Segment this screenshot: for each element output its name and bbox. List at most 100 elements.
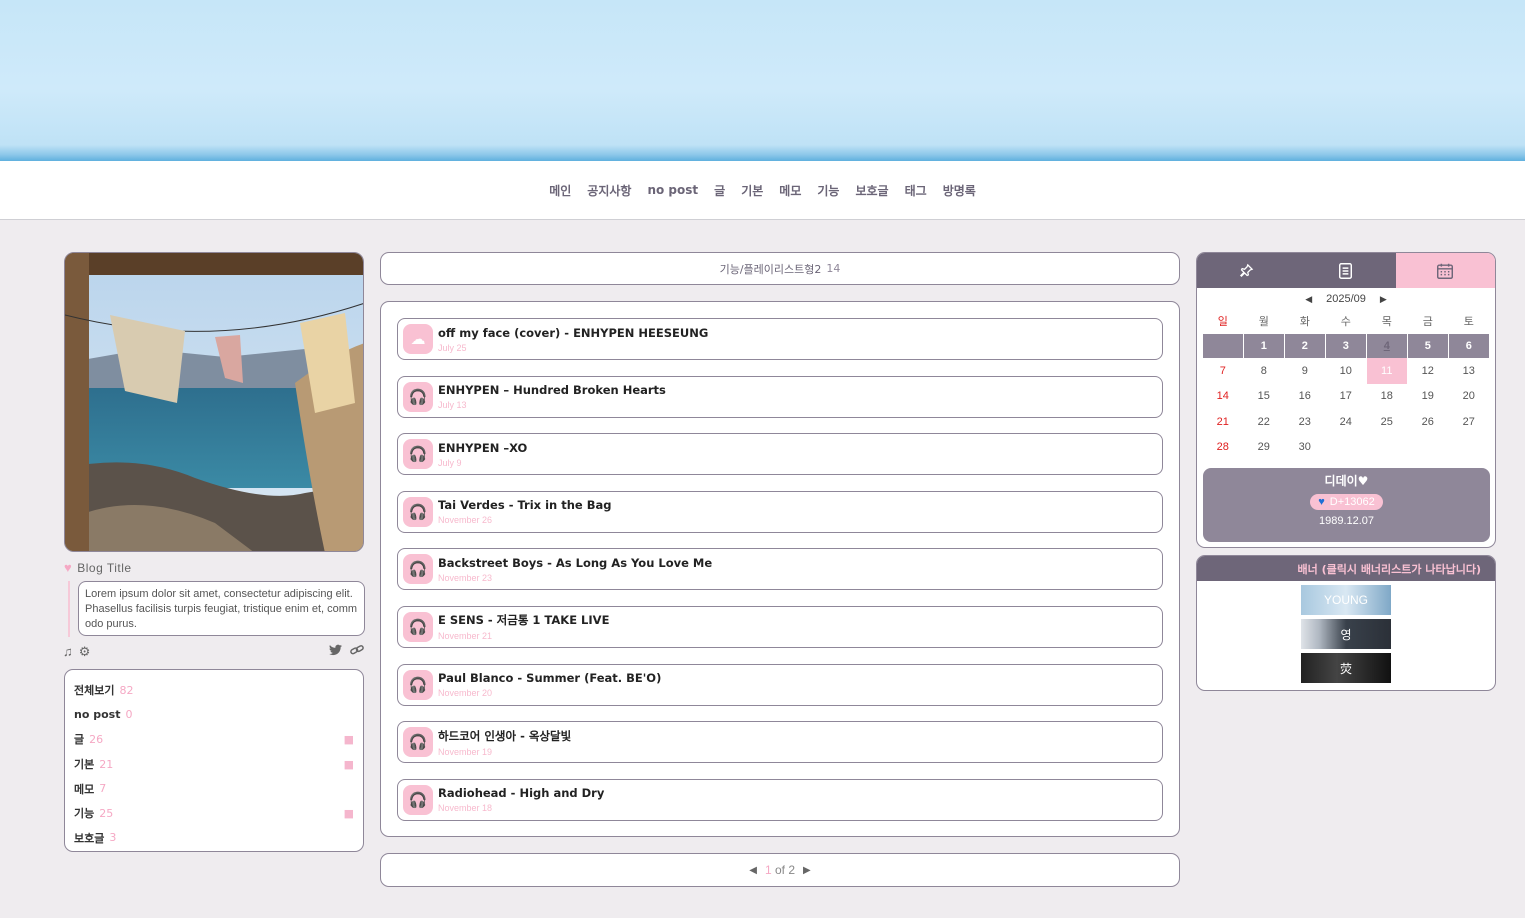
calendar-day[interactable]: 16 bbox=[1285, 384, 1325, 410]
next-page-icon[interactable]: ▶ bbox=[803, 865, 811, 876]
category-name: 기능 bbox=[74, 807, 95, 821]
calendar-day[interactable]: 9 bbox=[1285, 358, 1325, 384]
nav-item-feature[interactable]: 기능 bbox=[817, 182, 839, 199]
calendar-day[interactable]: 2 bbox=[1285, 334, 1325, 358]
calendar-day[interactable]: 12 bbox=[1408, 358, 1448, 384]
calendar-day[interactable]: 4 bbox=[1367, 334, 1407, 358]
calendar-day[interactable]: 14 bbox=[1203, 384, 1243, 410]
weekday-label: 금 bbox=[1422, 316, 1433, 328]
next-month-icon[interactable]: ▶ bbox=[1380, 294, 1387, 305]
calendar-day[interactable]: 13 bbox=[1449, 358, 1489, 384]
post-item[interactable]: 🎧 하드코어 인생아 - 옥상달빛 November 19 bbox=[397, 721, 1163, 764]
category-name: no post bbox=[74, 708, 121, 722]
prev-month-icon[interactable]: ◀ bbox=[1305, 294, 1312, 305]
calendar-tab[interactable] bbox=[1395, 253, 1495, 288]
calendar-day[interactable]: 21 bbox=[1203, 409, 1243, 435]
weekday-label: 일 bbox=[1217, 316, 1228, 328]
twitter-icon[interactable] bbox=[329, 644, 342, 659]
calendar-day[interactable]: 10 bbox=[1326, 358, 1366, 384]
post-title: 하드코어 인생아 - 옥상달빛 bbox=[438, 728, 572, 743]
post-date: July 9 bbox=[438, 457, 462, 468]
music-icon[interactable]: ♫ bbox=[63, 644, 73, 660]
category-item[interactable]: 글 26 ■ bbox=[74, 727, 354, 752]
nav-item-tag[interactable]: 태그 bbox=[905, 182, 927, 199]
nav-item-protected[interactable]: 보호글 bbox=[855, 182, 888, 199]
post-item[interactable]: 🎧 Backstreet Boys - As Long As You Love M… bbox=[397, 548, 1163, 591]
post-item[interactable]: 🎧 Radiohead - High and Dry November 18 bbox=[397, 778, 1163, 821]
nav-item-main[interactable]: 메인 bbox=[549, 182, 571, 199]
calendar-day[interactable]: 26 bbox=[1408, 409, 1448, 435]
category-item[interactable]: 기본 21 ■ bbox=[74, 752, 354, 777]
category-count: 0 bbox=[125, 708, 133, 722]
calendar-day[interactable]: 25 bbox=[1367, 409, 1407, 435]
category-item[interactable]: 전체보기 82 bbox=[74, 678, 354, 703]
calendar-day[interactable]: 5 bbox=[1408, 334, 1448, 358]
calendar-day[interactable]: 6 bbox=[1449, 334, 1489, 358]
calendar-empty-cell bbox=[1326, 435, 1366, 461]
post-item[interactable]: 🎧 ENHYPEN – Hundred Broken Hearts July 13 bbox=[397, 375, 1163, 418]
calendar-day[interactable]: 18 bbox=[1367, 384, 1407, 410]
post-item[interactable]: 🎧 Tai Verdes - Trix in the Bag November 26 bbox=[397, 490, 1163, 533]
calendar-day[interactable]: 11 bbox=[1367, 358, 1407, 384]
calendar-day[interactable]: 30 bbox=[1285, 435, 1325, 461]
headphones-icon: 🎧 bbox=[403, 439, 433, 470]
post-title: Radiohead - High and Dry bbox=[438, 786, 605, 801]
notes-tab[interactable] bbox=[1296, 253, 1396, 288]
nav-item-memo[interactable]: 메모 bbox=[779, 182, 801, 199]
calendar-day[interactable]: 24 bbox=[1326, 409, 1366, 435]
post-title: Tai Verdes - Trix in the Bag bbox=[438, 498, 612, 513]
post-title: E SENS - 저금통 1 TAKE LIVE bbox=[438, 613, 610, 628]
category-name: 보호글 bbox=[74, 831, 105, 845]
calendar-day[interactable]: 19 bbox=[1408, 384, 1448, 410]
current-page[interactable]: 1 bbox=[765, 863, 772, 877]
banner-item-1[interactable]: YOUNG bbox=[1301, 585, 1391, 615]
post-date: November 21 bbox=[438, 631, 493, 642]
calendar-day[interactable]: 22 bbox=[1244, 409, 1284, 435]
gear-icon[interactable]: ⚙ bbox=[79, 644, 91, 660]
post-item[interactable]: 🎧 Paul Blanco - Summer (Feat. BE'O) Novemb… bbox=[397, 663, 1163, 706]
blog-title: ♥ Blog Title bbox=[64, 560, 132, 575]
nav-item-no-post[interactable]: no post bbox=[647, 183, 698, 197]
calendar-day[interactable]: 8 bbox=[1244, 358, 1284, 384]
dday-label: 디데이 bbox=[1324, 474, 1358, 488]
calendar-day[interactable]: 17 bbox=[1326, 384, 1366, 410]
calendar-day[interactable]: 15 bbox=[1244, 384, 1284, 410]
nav-item-guestbook[interactable]: 방명록 bbox=[943, 182, 976, 199]
post-item[interactable]: 🎧 E SENS - 저금통 1 TAKE LIVE November 21 bbox=[397, 605, 1163, 648]
folder-icon[interactable]: ■ bbox=[344, 733, 354, 746]
banner-item-3[interactable]: 荧 bbox=[1301, 653, 1391, 683]
calendar-day[interactable]: 1 bbox=[1244, 334, 1284, 358]
banner-item-2[interactable]: 영 bbox=[1301, 619, 1391, 649]
nav-item-notice[interactable]: 공지사항 bbox=[587, 182, 631, 199]
calendar-day[interactable]: 28 bbox=[1203, 435, 1243, 461]
top-nav: 메인 공지사항 no post 글 기본 메모 기능 보호글 태그 방명록 bbox=[0, 161, 1525, 220]
post-item[interactable]: 🎧 ENHYPEN –XO July 9 bbox=[397, 433, 1163, 476]
widget-tabs bbox=[1197, 253, 1495, 288]
calendar-day[interactable]: 3 bbox=[1326, 334, 1366, 358]
link-icon[interactable] bbox=[350, 644, 364, 659]
calendar-day[interactable]: 23 bbox=[1285, 409, 1325, 435]
prev-page-icon[interactable]: ◀ bbox=[749, 865, 757, 876]
category-item[interactable]: 보호글 3 bbox=[74, 826, 354, 851]
category-item[interactable]: no post 0 bbox=[74, 703, 354, 728]
nav-item-writing[interactable]: 글 bbox=[714, 182, 725, 199]
category-item[interactable]: 기능 25 ■ bbox=[74, 801, 354, 826]
headphones-icon: 🎧 bbox=[403, 727, 433, 758]
blog-description: Lorem ipsum dolor sit amet, consectetur … bbox=[78, 581, 365, 636]
calendar-day[interactable]: 20 bbox=[1449, 384, 1489, 410]
pin-tab[interactable] bbox=[1197, 253, 1297, 288]
calendar-day[interactable]: 29 bbox=[1244, 435, 1284, 461]
banner-header[interactable]: 배너 (클릭시 배너리스트가 나타납니다) bbox=[1197, 556, 1495, 581]
category-item[interactable]: 메모 7 bbox=[74, 776, 354, 801]
calendar-day[interactable]: 27 bbox=[1449, 409, 1489, 435]
dday-panel: 디데이♥ ♥ D+13062 1989.12.07 bbox=[1203, 468, 1490, 542]
dday-count: D+13062 bbox=[1329, 496, 1375, 508]
headphones-icon: 🎧 bbox=[403, 784, 433, 815]
post-item[interactable]: ☁ off my face (cover) - ENHYPEN HEESEUNG J… bbox=[397, 318, 1163, 360]
post-title: Paul Blanco - Summer (Feat. BE'O) bbox=[438, 671, 662, 686]
nav-item-basic[interactable]: 기본 bbox=[741, 182, 763, 199]
folder-icon[interactable]: ■ bbox=[344, 758, 354, 771]
blog-title-text: Blog Title bbox=[77, 560, 132, 575]
folder-icon[interactable]: ■ bbox=[344, 807, 354, 820]
calendar-day[interactable]: 7 bbox=[1203, 358, 1243, 384]
